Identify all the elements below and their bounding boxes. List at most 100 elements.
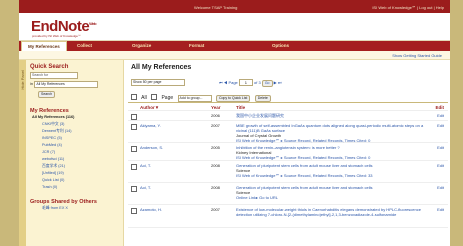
copy-quick-list-button[interactable]: Copy to Quick List [215,95,251,102]
first-page-icon[interactable]: ⏮ [219,80,223,85]
col-author[interactable]: Author▼ [140,105,200,110]
tab-collect[interactable]: Collect [77,41,92,51]
row-title[interactable]: Generation of pluripotent stem cells fro… [236,185,373,190]
table-row: Aoi, T. 2008 Generation of pluripotent ste… [128,183,448,205]
search-input[interactable]: Search for [30,72,78,79]
row-checkbox[interactable] [131,114,137,120]
main-panel: All My References Show 50 per page ⏮ ◀ P… [128,60,448,246]
rows-container: 2006 我国中小企业发展问题研究 Edit Akiyama, Y. 2007 MBE g… [128,111,448,228]
getting-started-link[interactable]: Show Getting Started Guide [392,53,442,58]
row-checkbox[interactable] [131,208,137,214]
pager: ⏮ ◀ Page 1 of 3 Go ▶ ⏭ [219,79,281,87]
group-item[interactable]: [Unfiled] (19) [42,170,122,177]
row-edit-link[interactable]: Edit [437,145,444,150]
page-count: of 3 [254,80,261,85]
row-year: 2008 [211,185,220,190]
main-nav: My References Collect Organize Format Op… [19,41,450,52]
row-title[interactable]: 我国中小企业发展问题研究 [236,113,284,118]
table-header: Author▼ Year Title Edit [128,103,448,111]
row-title-cell: MBE growth of self-assembled InGaAs quan… [236,123,431,143]
hide-panel-label: Hide Panel [20,70,25,90]
groups-list: All My References (116) CNKI中文 (3) Derwent… [30,114,122,191]
group-item[interactable]: INSPEC (5) [42,135,122,142]
row-links[interactable]: ISI Web of Knowledge℠ ▸ Source Record, R… [236,173,431,178]
page-cb-label: Page [161,95,174,101]
tagline: provided by ISI Web of Knowledge℠ [32,34,82,38]
row-links[interactable]: Online Link▸ Go to URL [236,195,431,200]
tab-format[interactable]: Format [189,41,204,51]
top-bar: Welcome TSAP Training ISI Web of Knowled… [19,0,450,13]
tab-options[interactable]: Options [272,41,289,51]
row-edit-link[interactable]: Edit [437,113,444,118]
top-links[interactable]: ISI Web of Knowledge℠ | Log out | Help [372,5,444,10]
go-button[interactable]: Go [261,80,273,87]
brand-header: EndNoteWeb provided by ISI Web of Knowle… [19,13,450,41]
row-title[interactable]: Existence of low-molecular-weight thiols… [236,207,421,217]
group-item[interactable]: JCR (7) [42,149,122,156]
in-label: in [30,82,33,86]
delete-button[interactable]: Delete [254,95,271,102]
hide-panel-strip[interactable]: Hide Panel [19,60,26,246]
table-row: Azamoto, H. 2007 Existence of low-molecula… [128,205,448,228]
row-edit-link[interactable]: Edit [437,185,444,190]
group-item[interactable]: Quick List (0) [42,177,122,184]
row-year: 2007 [211,207,220,212]
group-item[interactable]: 百度学术 (21) [42,163,122,170]
col-edit: Edit [435,105,445,110]
row-title-cell: 我国中小企业发展问题研究 [236,113,431,118]
next-page-icon[interactable]: ▶ [274,80,277,85]
row-author[interactable]: Aoi, T. [140,163,200,168]
table-row: 2006 我国中小企业发展问题研究 Edit [128,111,448,121]
prev-page-icon[interactable]: ◀ [224,80,228,85]
col-title[interactable]: Title [236,105,431,110]
shared-group-item[interactable]: 毛峰 from EX X [42,205,122,212]
row-author[interactable]: Akiyama, Y. [140,123,200,128]
row-checkbox[interactable] [131,146,137,152]
row-author[interactable]: Aoi, T. [140,185,200,190]
table-row: Akiyama, Y. 2007 MBE growth of self-assemb… [128,121,448,143]
row-title[interactable]: MBE growth of self-assembled InGaAs quan… [236,123,423,133]
select-page-checkbox[interactable] [151,94,158,100]
add-to-group-select[interactable]: Add to group... [177,95,212,102]
row-links[interactable]: ISI Web of Knowledge℠ ▸ Source Record, R… [236,155,431,160]
references-table: Author▼ Year Title Edit 2006 我国中小企业发展问题研究… [128,102,448,228]
page-label: Page [228,80,238,85]
row-edit-link[interactable]: Edit [437,163,444,168]
table-row: Aoi, T. 2008 Generation of pluripotent ste… [128,161,448,183]
row-edit-link[interactable]: Edit [437,123,444,128]
row-title-cell: Generation of pluripotent stem cells fro… [236,185,431,200]
group-item[interactable]: CNKI中文 (3) [42,121,122,128]
row-year: 2007 [211,123,220,128]
row-year: 2006 [211,113,220,118]
sidebar: Quick Search Search for in All My Refere… [26,60,124,246]
row-title[interactable]: Generation of pluripotent stem cells fro… [236,163,373,168]
row-author[interactable]: Anderson, S. [140,145,200,150]
group-item[interactable]: PubMed (4) [42,142,122,149]
group-item[interactable]: Trash (0) [42,184,122,191]
row-author[interactable]: Azamoto, H. [140,207,200,212]
per-page-select[interactable]: Show 50 per page [131,79,185,86]
sub-bar: Show Getting Started Guide [19,51,450,60]
group-item[interactable]: webofsci (11) [42,156,122,163]
action-bar: All Page Add to group... Copy to Quick L… [131,93,448,102]
row-title-cell: Generation of pluripotent stem cells fro… [236,163,431,178]
row-title-cell: Existence of low-molecular-weight thiols… [236,207,431,217]
col-year[interactable]: Year [211,105,231,110]
row-title-cell: Inhibition of the renin–angiotensin syst… [236,145,431,160]
tab-organize[interactable]: Organize [132,41,151,51]
row-checkbox[interactable] [131,186,137,192]
group-item[interactable]: Derwent专利 (14) [42,128,122,135]
row-edit-link[interactable]: Edit [437,207,444,212]
search-scope-select[interactable]: All My References [34,81,99,88]
quick-search-title: Quick Search [30,64,69,70]
list-toolbar: Show 50 per page ⏮ ◀ Page 1 of 3 Go ▶ ⏭ [131,79,448,87]
page-input[interactable]: 1 [238,79,253,86]
row-checkbox[interactable] [131,124,137,130]
all-label: All [141,95,147,101]
search-button[interactable]: Search [38,91,56,98]
row-checkbox[interactable] [131,164,137,170]
group-item[interactable]: All My References (116) [32,114,122,121]
last-page-icon[interactable]: ⏭ [278,80,282,85]
select-all-checkbox[interactable] [131,94,137,100]
page-title: All My References [131,64,192,71]
